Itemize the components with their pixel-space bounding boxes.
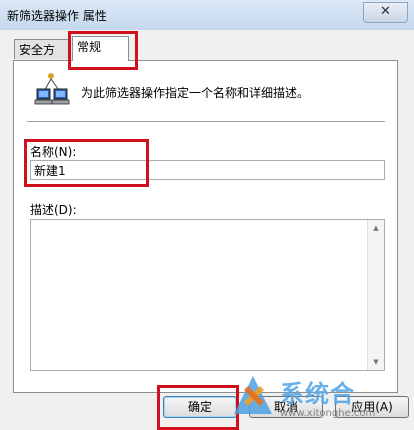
ok-button[interactable]: 确定: [163, 396, 237, 418]
title-bar: 新筛选器操作 属性 ✕: [0, 0, 414, 31]
scroll-down-icon[interactable]: ▼: [368, 354, 384, 370]
close-button[interactable]: ✕: [363, 2, 408, 23]
name-label: 名称(N):: [30, 145, 77, 159]
cancel-button[interactable]: 取消: [249, 396, 323, 418]
tab-security-methods[interactable]: 安全方法: [14, 39, 71, 77]
description-textarea[interactable]: ▲ ▼: [30, 219, 385, 371]
description-label: 描述(D):: [30, 203, 77, 217]
close-icon: ✕: [380, 4, 391, 19]
apply-button[interactable]: 应用(A): [335, 396, 409, 418]
window-title: 新筛选器操作 属性: [7, 9, 107, 23]
network-computers-icon: [34, 73, 70, 105]
scroll-up-icon[interactable]: ▲: [368, 220, 384, 236]
description-scrollbar[interactable]: ▲ ▼: [367, 220, 384, 370]
name-input[interactable]: [30, 160, 385, 180]
separator: [27, 121, 385, 122]
general-description: 为此筛选器操作指定一个名称和详细描述。: [81, 86, 310, 100]
tab-general[interactable]: 常规: [72, 36, 129, 61]
